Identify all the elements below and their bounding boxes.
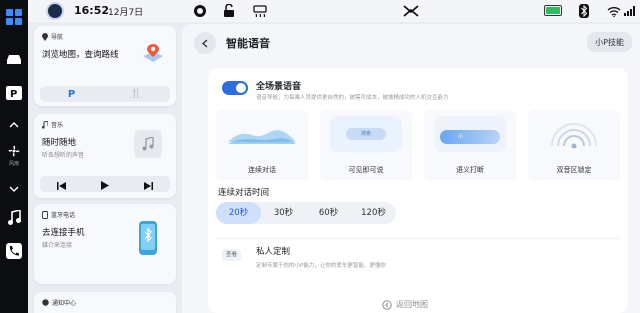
phone-card[interactable]: 蓝牙电话 去连接手机 媒介来连接 [34,204,176,284]
option-60s[interactable]: 60秒 [306,202,351,224]
brand-logo-icon [403,3,419,19]
continuous-dialog-time-title: 连续对话时间 [218,188,270,198]
music-note-small-icon [42,120,48,129]
card-title: 随时随地 [42,138,77,148]
return-to-map-button[interactable]: 返回地图 [382,299,428,310]
card-category: 音乐 [51,122,64,129]
chat-icon [42,299,49,306]
card-category: 导航 [51,34,64,41]
navigation-card[interactable]: 导航 浏览地图，查询路线 P 🍴 [34,26,176,106]
see-say-illustration-icon: 搜索 [330,116,402,152]
map-pin-icon [140,40,166,72]
feature-label: 双音区锁定 [556,166,592,174]
album-art-placeholder [134,130,162,158]
option-30s[interactable]: 30秒 [261,202,306,224]
previous-track-icon[interactable] [57,175,67,194]
scene-voice-description: 语音导航，为每乘人员提供更自然的，被需可成本，被坡精成功的人机交互能力 [256,95,449,101]
private-customization-row[interactable]: 查看 私人定制 定制专属于你的小P能力，让你的爱车更智能、更懂你 [216,238,620,274]
music-note-icon [142,137,154,151]
left-rail: P 风扇 [0,0,28,313]
music-note-icon[interactable] [3,207,25,229]
location-pin-icon [42,32,48,41]
avatar[interactable] [46,2,64,20]
chevron-up-icon[interactable] [3,114,25,136]
clock-date: 12月7日 [108,8,144,18]
feature-chip: 搜索 [346,128,386,140]
feature-label: 连续对话 [248,166,276,174]
bluetooth-phone-icon [138,220,158,260]
chevron-down-icon[interactable] [3,178,25,200]
page-title: 智能语音 [226,37,270,50]
defrost-icon[interactable] [252,3,268,19]
settings-panel: 全场景语音 语音导航，为每乘人员提供更自然的，被需可成本，被坡精成功的人机交互能… [208,68,628,313]
car-icon[interactable] [3,48,25,70]
clock-time: 16:52 [74,4,110,17]
phone-icon[interactable] [3,240,25,262]
card-subtitle: 听各想听的声音 [42,152,85,159]
private-customization-description: 定制专属于你的小P能力，让你的爱车更智能、更懂你 [256,263,386,269]
feature-chip: 小 [440,130,500,144]
status-bar: 16:52 12月7日 [28,0,640,22]
scene-voice-title: 全场景语音 [256,82,302,92]
nav-quick-bar: P 🍴 [40,86,170,102]
private-customization-title: 私人定制 [256,247,291,257]
option-120s[interactable]: 120秒 [351,202,396,224]
notification-card[interactable]: 通知中心 [34,292,176,313]
food-shortcut-button[interactable]: 🍴 [131,89,142,99]
feature-semantic-interrupt[interactable]: 小 语义打断 [424,110,516,180]
parking-icon[interactable]: P [3,82,25,104]
wifi-icon[interactable] [606,3,622,19]
phone-small-icon [42,210,48,219]
dialog-time-selector: 20秒 30秒 60秒 120秒 [216,202,396,224]
play-icon[interactable] [100,175,109,194]
option-20s[interactable]: 20秒 [216,202,261,224]
music-card[interactable]: 音乐 随时随地 听各想听的声音 [34,114,176,198]
interrupt-illustration-icon: 小 [434,116,506,152]
feature-label: 可见即可说 [348,166,384,174]
unlock-icon[interactable] [221,3,237,19]
chevron-left-icon [202,38,208,48]
parking-shortcut-button[interactable]: P [68,89,75,100]
next-track-icon[interactable] [143,175,153,194]
app-grid-icon[interactable] [3,6,25,28]
feature-dual-zone-lock[interactable]: 双音区锁定 [528,110,620,180]
scene-voice-toggle[interactable] [222,81,248,95]
signal-icon [622,3,638,19]
feature-label: 语义打断 [456,166,484,174]
voice-settings-page: 智能语音 小P技能 全场景语音 语音导航，为每乘人员提供更自然的，被需可成本，被… [182,24,640,313]
assistant-icon[interactable] [192,3,208,19]
card-title: 浏览地图，查询路线 [42,50,119,60]
feature-continuous-dialog[interactable]: 连续对话 [216,110,308,180]
card-subtitle: 媒介来连接 [42,242,73,249]
return-icon [382,299,392,310]
return-label: 返回地图 [396,300,428,309]
xp-skills-button[interactable]: 小P技能 [587,32,632,52]
card-category: 蓝牙电话 [51,212,76,219]
card-category: 通知中心 [52,300,77,307]
wave-illustration-icon [226,116,298,152]
back-button[interactable] [194,32,216,54]
fan-label: 风扇 [8,161,19,167]
battery-icon [544,5,562,16]
bluetooth-icon[interactable] [576,3,592,19]
svg-text:P: P [10,89,17,100]
music-controls [40,176,170,192]
fan-icon[interactable] [3,140,25,162]
card-title: 去连接手机 [42,228,85,238]
feature-see-and-say[interactable]: 搜索 可见即可说 [320,110,412,180]
radar-illustration-icon [538,116,610,152]
view-badge[interactable]: 查看 [222,249,242,261]
